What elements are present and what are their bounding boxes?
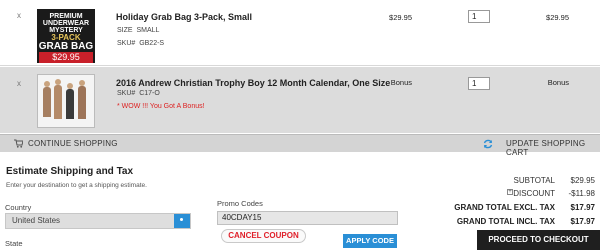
- shipping-title: Estimate Shipping and Tax: [6, 166, 134, 177]
- country-label: Country: [5, 203, 32, 212]
- discount-value: -$11.98: [568, 189, 595, 198]
- thumb-figure: [43, 87, 51, 117]
- unit-price: Bonus: [390, 78, 412, 87]
- cart-actions-bar: CONTINUE SHOPPING UPDATE SHOPPING CART: [0, 134, 600, 157]
- grand-total-excl-label: GRAND TOTAL EXCL. TAX: [454, 203, 555, 212]
- cart-item-row: x PREMIUM UNDERWEAR MYSTERY 3-PACK GRAB …: [0, 0, 600, 66]
- product-size: SIZE SMALL: [117, 27, 159, 34]
- product-sku: SKU# C17-O: [117, 90, 160, 97]
- quantity-input[interactable]: 1: [468, 77, 490, 90]
- shipping-hint: Enter your destination to get a shipping…: [6, 182, 147, 189]
- grand-total-excl-value: $17.97: [570, 203, 595, 212]
- thumb-figure: [66, 89, 74, 119]
- update-cart-button[interactable]: UPDATE SHOPPING CART: [506, 139, 600, 157]
- dropdown-icon[interactable]: [174, 214, 190, 228]
- thumb-text: PREMIUM: [49, 13, 83, 20]
- promo-code-input[interactable]: 40CDAY15: [217, 211, 398, 225]
- size-label: SIZE: [117, 27, 133, 34]
- discount-label: DISCOUNT: [513, 189, 555, 198]
- product-title[interactable]: Holiday Grab Bag 3-Pack, Small: [116, 12, 252, 22]
- remove-item-button[interactable]: x: [17, 79, 21, 88]
- bonus-message: * WOW !!! You Got A Bonus!: [117, 103, 205, 110]
- country-select[interactable]: United States: [5, 213, 191, 229]
- thumb-figure: [54, 85, 62, 119]
- thumb-text: GRAB BAG: [38, 41, 94, 52]
- quantity-input[interactable]: 1: [468, 10, 490, 23]
- row-subtotal: Bonus: [547, 78, 569, 87]
- refresh-icon: [483, 139, 493, 149]
- remove-item-button[interactable]: x: [17, 11, 21, 20]
- sku-value: C17-O: [139, 90, 160, 97]
- promo-label: Promo Codes: [217, 199, 263, 208]
- sku-value: GB22-S: [139, 40, 165, 47]
- expand-discount-icon[interactable]: +: [507, 189, 513, 195]
- thumb-text: UNDERWEAR: [42, 20, 90, 27]
- apply-code-button[interactable]: APPLY CODE: [343, 234, 397, 248]
- grand-total-incl-value: $17.97: [570, 217, 595, 226]
- state-label: State: [5, 239, 23, 248]
- proceed-to-checkout-button[interactable]: PROCEED TO CHECKOUT: [477, 230, 600, 250]
- unit-price: $29.95: [389, 13, 412, 22]
- product-sku: SKU# GB22-S: [117, 40, 164, 47]
- thumb-figure: [78, 86, 86, 119]
- product-thumbnail[interactable]: [37, 74, 95, 128]
- cart-icon: [14, 139, 23, 148]
- continue-shopping-button[interactable]: CONTINUE SHOPPING: [28, 139, 118, 148]
- row-subtotal: $29.95: [546, 13, 569, 22]
- cancel-coupon-button[interactable]: CANCEL COUPON: [221, 229, 306, 243]
- subtotal-value: $29.95: [570, 176, 595, 185]
- size-value: SMALL: [136, 27, 160, 34]
- thumb-price: $29.95: [39, 52, 93, 63]
- grand-total-incl-label: GRAND TOTAL INCL. TAX: [456, 217, 555, 226]
- country-value: United States: [12, 216, 61, 225]
- subtotal-label: SUBTOTAL: [513, 176, 556, 185]
- sku-label: SKU#: [117, 40, 136, 47]
- product-thumbnail[interactable]: PREMIUM UNDERWEAR MYSTERY 3-PACK GRAB BA…: [37, 9, 95, 63]
- cart-item-row: x 2016 Andrew Christian Trophy Boy 12 Mo…: [0, 67, 600, 133]
- sku-label: SKU#: [117, 90, 136, 97]
- product-title[interactable]: 2016 Andrew Christian Trophy Boy 12 Mont…: [116, 78, 390, 88]
